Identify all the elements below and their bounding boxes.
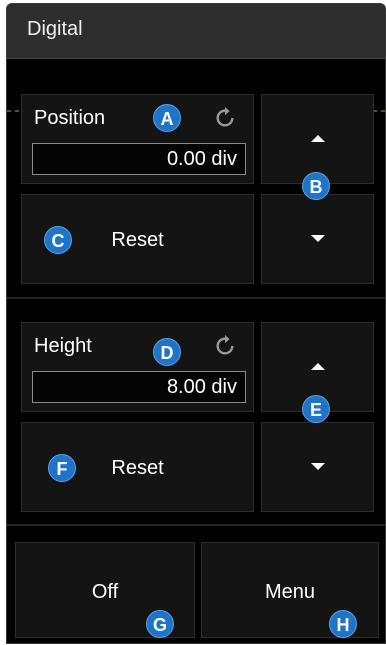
arrow-up-icon	[310, 135, 325, 142]
arrow-down-icon	[310, 463, 325, 470]
position-value-field[interactable]: 0.00 div	[32, 143, 246, 175]
arrow-down-icon	[310, 235, 325, 242]
digital-panel: Digital Position 0.00 div Reset Height 8…	[6, 3, 386, 644]
section-divider	[7, 297, 385, 299]
height-value-field[interactable]: 8.00 div	[32, 371, 246, 403]
height-adjust-knob-icon	[216, 335, 234, 355]
height-down-button[interactable]	[261, 422, 374, 512]
position-control[interactable]: Position 0.00 div	[21, 94, 254, 184]
trace-marker-left	[7, 110, 19, 112]
panel-title: Digital	[27, 18, 83, 40]
callout-badge-h: H	[329, 610, 357, 638]
position-adjust-knob-icon	[216, 107, 234, 127]
callout-badge-g: G	[146, 610, 174, 638]
callout-badge-c: C	[44, 226, 72, 254]
callout-badge-d: D	[153, 338, 181, 366]
off-label: Off	[91, 581, 119, 603]
menu-label: Menu	[264, 581, 316, 603]
callout-badge-f: F	[48, 454, 76, 482]
position-label: Position	[34, 107, 106, 129]
position-up-button[interactable]	[261, 94, 374, 184]
callout-badge-e: E	[302, 395, 330, 423]
panel-title-bar: Digital	[7, 4, 385, 59]
callout-badge-b: B	[302, 172, 330, 200]
section-divider	[7, 524, 385, 526]
position-down-button[interactable]	[261, 194, 374, 284]
height-control[interactable]: Height 8.00 div	[21, 322, 254, 412]
trace-marker-right	[373, 110, 385, 112]
height-label: Height	[34, 335, 92, 357]
callout-badge-a: A	[153, 104, 181, 132]
arrow-up-icon	[310, 363, 325, 370]
